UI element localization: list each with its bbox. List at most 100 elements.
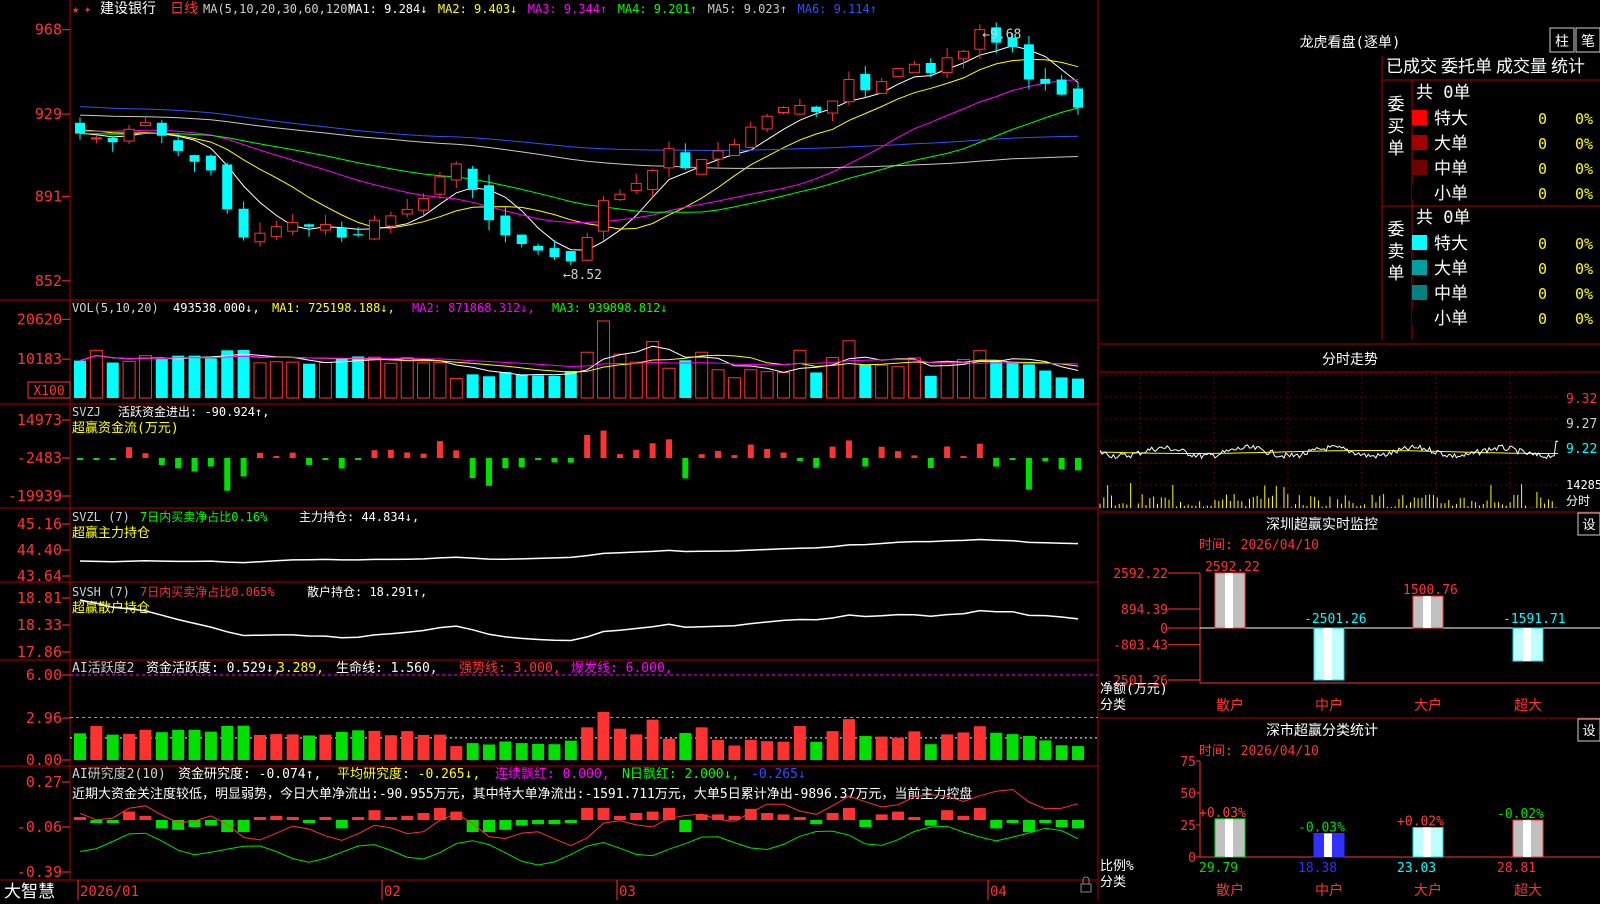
volume-bar-down[interactable]: [188, 355, 201, 398]
volume-bar-down[interactable]: [483, 376, 496, 398]
volume-bar-down[interactable]: [515, 374, 528, 398]
svzj-bar-out[interactable]: [77, 458, 83, 460]
svzj-bar-out[interactable]: [207, 458, 214, 467]
svzj-bar-out[interactable]: [240, 458, 247, 477]
svzj-bar-out[interactable]: [175, 458, 182, 469]
activity-bar-down[interactable]: [237, 725, 250, 760]
svzj-bar-in[interactable]: [780, 452, 787, 458]
candle-body-up[interactable]: [614, 193, 626, 201]
research-bar-down[interactable]: [548, 820, 561, 825]
svzj-bar-in[interactable]: [649, 443, 656, 458]
activity-bar-down[interactable]: [74, 733, 86, 760]
candle-body-up[interactable]: [778, 107, 790, 113]
research-bar-up[interactable]: [74, 817, 86, 820]
activity-bar-up[interactable]: [662, 738, 675, 760]
candle-body-up[interactable]: [630, 182, 642, 191]
volume-bar-up[interactable]: [269, 361, 283, 399]
candle-body-down[interactable]: [549, 248, 560, 258]
activity-bar-up[interactable]: [253, 734, 266, 760]
svzj-bar-in[interactable]: [960, 456, 967, 458]
research-bar-up[interactable]: [613, 815, 626, 820]
volume-bar-down[interactable]: [1006, 361, 1019, 398]
svzj-bar-out[interactable]: [518, 458, 525, 468]
research-bar-up[interactable]: [384, 817, 397, 820]
volume-bar-up[interactable]: [367, 356, 381, 399]
research-bar-down[interactable]: [237, 820, 250, 832]
volume-bar-up[interactable]: [613, 353, 627, 399]
candle-body-down[interactable]: [304, 224, 315, 227]
volume-bar-down[interactable]: [810, 372, 823, 398]
svzj-bar-out[interactable]: [158, 458, 165, 465]
volume-bar-down[interactable]: [204, 358, 217, 398]
svzj-bar-out[interactable]: [551, 458, 558, 463]
candle-body-up[interactable]: [368, 219, 380, 240]
activity-bar-down[interactable]: [499, 741, 512, 760]
activity-bar-up[interactable]: [908, 731, 921, 760]
activity-bar-down[interactable]: [515, 743, 528, 760]
research-bar-up[interactable]: [123, 811, 136, 820]
svzj-bar-in[interactable]: [142, 453, 149, 458]
research-bar-down[interactable]: [810, 820, 823, 825]
activity-bar-down[interactable]: [188, 729, 201, 760]
activity-bar-up[interactable]: [270, 734, 283, 760]
svzj-bar-in[interactable]: [976, 443, 983, 458]
volume-bar-down[interactable]: [237, 349, 250, 398]
volume-bar-up[interactable]: [760, 371, 774, 399]
activity-bar-up[interactable]: [613, 728, 626, 760]
activity-bar-down[interactable]: [1055, 745, 1068, 760]
research-bar-up[interactable]: [793, 817, 806, 820]
volume-bar-up[interactable]: [417, 362, 431, 399]
activity-bar-up[interactable]: [761, 741, 774, 760]
volume-bar-up[interactable]: [711, 369, 725, 399]
tab-0[interactable]: 已成交: [1386, 57, 1437, 77]
research-bar-down[interactable]: [564, 820, 577, 823]
research-bar-up[interactable]: [597, 808, 610, 820]
activity-bar-up[interactable]: [433, 734, 446, 760]
volume-bar-up[interactable]: [318, 362, 332, 399]
research-bar-down[interactable]: [679, 820, 692, 832]
svzj-bar-out[interactable]: [306, 458, 313, 465]
activity-bar-down[interactable]: [352, 730, 365, 760]
candle-body-down[interactable]: [811, 106, 822, 112]
activity-bar-down[interactable]: [172, 729, 185, 760]
candle-body-up[interactable]: [794, 104, 806, 115]
research-bar-down[interactable]: [204, 820, 217, 826]
svzj-bar-in[interactable]: [731, 455, 738, 458]
tab-1[interactable]: 委托单: [1441, 57, 1492, 77]
research-bar-down[interactable]: [155, 820, 168, 829]
research-bar-down[interactable]: [515, 820, 528, 826]
candle-body-up[interactable]: [728, 143, 740, 157]
volume-bar-up[interactable]: [907, 357, 921, 399]
candle-body-down[interactable]: [484, 185, 495, 221]
activity-bar-down[interactable]: [335, 731, 348, 760]
candle-body-down[interactable]: [1056, 79, 1067, 95]
volume-bar-down[interactable]: [1022, 364, 1035, 398]
activity-bar-down[interactable]: [204, 731, 217, 760]
research-bar-up[interactable]: [973, 808, 986, 820]
volume-bar-down[interactable]: [74, 360, 86, 398]
candle-body-up[interactable]: [647, 169, 659, 191]
activity-bar-up[interactable]: [826, 731, 839, 760]
svzj-bar-in[interactable]: [665, 439, 672, 458]
volume-bar-up[interactable]: [727, 377, 741, 399]
volume-bar-up[interactable]: [662, 367, 676, 399]
activity-bar-down[interactable]: [564, 740, 577, 760]
svzj-bar-out[interactable]: [355, 458, 362, 460]
activity-bar-down[interactable]: [1022, 736, 1035, 760]
svzj-bar-out[interactable]: [796, 458, 803, 461]
svzj-bar-out[interactable]: [338, 458, 345, 469]
volume-bar-up[interactable]: [973, 350, 987, 399]
volume-bar-down[interactable]: [106, 362, 119, 398]
activity-bar-up[interactable]: [123, 733, 136, 760]
research-bar-up[interactable]: [761, 813, 774, 820]
candle-body-up[interactable]: [843, 78, 855, 103]
svzj-bar-out[interactable]: [486, 458, 493, 486]
research-bar-down[interactable]: [924, 820, 937, 826]
candle-body-up[interactable]: [876, 81, 888, 94]
svzj-bar-in[interactable]: [878, 446, 885, 458]
activity-bar-down[interactable]: [483, 744, 496, 760]
svzj-bar-in[interactable]: [616, 454, 623, 458]
svzj-bar-out[interactable]: [813, 458, 820, 468]
research-bar-down[interactable]: [335, 820, 348, 829]
research-bar-up[interactable]: [352, 817, 365, 820]
